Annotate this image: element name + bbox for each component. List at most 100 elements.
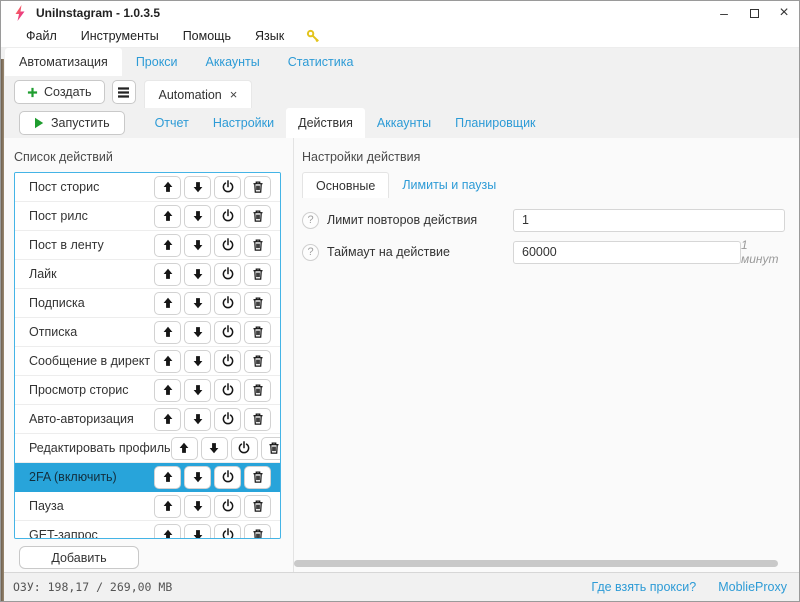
- main-tab[interactable]: Автоматизация: [5, 48, 122, 76]
- move-up-button[interactable]: [154, 263, 181, 286]
- move-down-button[interactable]: [201, 437, 228, 460]
- delete-action-button[interactable]: [244, 495, 271, 518]
- toggle-enabled-button[interactable]: [214, 234, 241, 257]
- delete-action-button[interactable]: [244, 408, 271, 431]
- toggle-enabled-button[interactable]: [214, 176, 241, 199]
- move-down-button[interactable]: [184, 379, 211, 402]
- menu-item-1[interactable]: Инструменты: [69, 29, 171, 43]
- delete-action-button[interactable]: [244, 292, 271, 315]
- settings-tab[interactable]: Основные: [302, 172, 389, 198]
- action-list-item[interactable]: Подписка: [15, 289, 280, 318]
- sub-tab[interactable]: Аккаунты: [365, 108, 443, 138]
- action-list-item[interactable]: Просмотр сторис: [15, 376, 280, 405]
- move-down-button[interactable]: [184, 176, 211, 199]
- toggle-enabled-button[interactable]: [214, 466, 241, 489]
- move-up-button[interactable]: [154, 524, 181, 540]
- help-icon[interactable]: ?: [302, 244, 319, 261]
- sub-tab[interactable]: Настройки: [201, 108, 286, 138]
- move-down-button[interactable]: [184, 321, 211, 344]
- toggle-enabled-button[interactable]: [231, 437, 258, 460]
- toggle-enabled-button[interactable]: [214, 379, 241, 402]
- delete-action-button[interactable]: [244, 379, 271, 402]
- toggle-enabled-button[interactable]: [214, 495, 241, 518]
- action-list-item[interactable]: Авто-авторизация: [15, 405, 280, 434]
- move-up-button[interactable]: [154, 321, 181, 344]
- action-list-item[interactable]: Пост рилс: [15, 202, 280, 231]
- sub-tab[interactable]: Действия: [286, 108, 365, 138]
- action-list-item[interactable]: Редактировать профиль: [15, 434, 280, 463]
- field-input[interactable]: [513, 241, 741, 264]
- action-list-item[interactable]: Лайк: [15, 260, 280, 289]
- toggle-enabled-button[interactable]: [214, 292, 241, 315]
- toggle-enabled-button[interactable]: [214, 350, 241, 373]
- toggle-enabled-button[interactable]: [214, 263, 241, 286]
- main-tab[interactable]: Прокси: [122, 48, 192, 76]
- action-list-item[interactable]: Пауза: [15, 492, 280, 521]
- sub-tab[interactable]: Отчет: [143, 108, 201, 138]
- action-list-item[interactable]: GET-запрос: [15, 521, 280, 539]
- status-link[interactable]: MoblieProxy: [718, 580, 787, 594]
- sub-tab[interactable]: Планировщик: [443, 108, 547, 138]
- move-down-button[interactable]: [184, 292, 211, 315]
- move-down-button[interactable]: [184, 350, 211, 373]
- move-up-button[interactable]: [154, 292, 181, 315]
- move-up-button[interactable]: [154, 408, 181, 431]
- help-icon[interactable]: ?: [302, 212, 319, 229]
- main-tab[interactable]: Статистика: [274, 48, 368, 76]
- action-list-item[interactable]: Пост в ленту: [15, 231, 280, 260]
- move-down-button[interactable]: [184, 205, 211, 228]
- automation-document-tab[interactable]: Automation ×: [144, 80, 253, 108]
- move-up-button[interactable]: [154, 205, 181, 228]
- move-up-button[interactable]: [154, 350, 181, 373]
- key-icon[interactable]: [306, 29, 320, 43]
- maximize-button[interactable]: [739, 1, 769, 25]
- create-button[interactable]: Создать: [14, 80, 105, 104]
- settings-tab[interactable]: Лимиты и паузы: [389, 172, 509, 198]
- move-down-button[interactable]: [184, 263, 211, 286]
- move-down-button[interactable]: [184, 234, 211, 257]
- move-up-button[interactable]: [154, 234, 181, 257]
- delete-action-button[interactable]: [244, 466, 271, 489]
- move-down-button[interactable]: [184, 466, 211, 489]
- move-up-button[interactable]: [154, 379, 181, 402]
- move-up-button[interactable]: [154, 466, 181, 489]
- trash-icon: [251, 209, 265, 223]
- action-list-item[interactable]: Пост сторис: [15, 173, 280, 202]
- action-list-item[interactable]: Отписка: [15, 318, 280, 347]
- menu-item-0[interactable]: Файл: [14, 29, 69, 43]
- action-list-item[interactable]: Сообщение в директ: [15, 347, 280, 376]
- menu-item-2[interactable]: Помощь: [171, 29, 243, 43]
- status-link[interactable]: Где взять прокси?: [591, 580, 696, 594]
- power-icon: [221, 209, 235, 223]
- close-tab-icon[interactable]: ×: [230, 87, 238, 102]
- delete-action-button[interactable]: [244, 176, 271, 199]
- delete-action-button[interactable]: [244, 350, 271, 373]
- delete-action-button[interactable]: [244, 321, 271, 344]
- automation-subtabs: Запустить ОтчетНастройкиДействияАккаунты…: [1, 108, 799, 138]
- toggle-enabled-button[interactable]: [214, 408, 241, 431]
- delete-action-button[interactable]: [244, 205, 271, 228]
- minimize-button[interactable]: –: [709, 1, 739, 25]
- toggle-enabled-button[interactable]: [214, 321, 241, 344]
- move-up-button[interactable]: [154, 176, 181, 199]
- field-input[interactable]: [513, 209, 785, 232]
- add-action-button[interactable]: Добавить: [19, 546, 139, 569]
- close-button[interactable]: ×: [769, 1, 799, 25]
- toggle-enabled-button[interactable]: [214, 524, 241, 540]
- move-up-button[interactable]: [154, 495, 181, 518]
- delete-action-button[interactable]: [261, 437, 281, 460]
- move-down-button[interactable]: [184, 524, 211, 540]
- horizontal-scrollbar[interactable]: [294, 560, 778, 567]
- toggle-enabled-button[interactable]: [214, 205, 241, 228]
- run-button[interactable]: Запустить: [19, 111, 125, 135]
- delete-action-button[interactable]: [244, 524, 271, 540]
- delete-action-button[interactable]: [244, 234, 271, 257]
- delete-action-button[interactable]: [244, 263, 271, 286]
- move-up-button[interactable]: [171, 437, 198, 460]
- move-down-button[interactable]: [184, 495, 211, 518]
- main-tab[interactable]: Аккаунты: [192, 48, 274, 76]
- move-down-button[interactable]: [184, 408, 211, 431]
- menu-burger-button[interactable]: [112, 80, 136, 104]
- menu-item-3[interactable]: Язык: [243, 29, 296, 43]
- action-list-item[interactable]: 2FA (включить): [15, 463, 280, 492]
